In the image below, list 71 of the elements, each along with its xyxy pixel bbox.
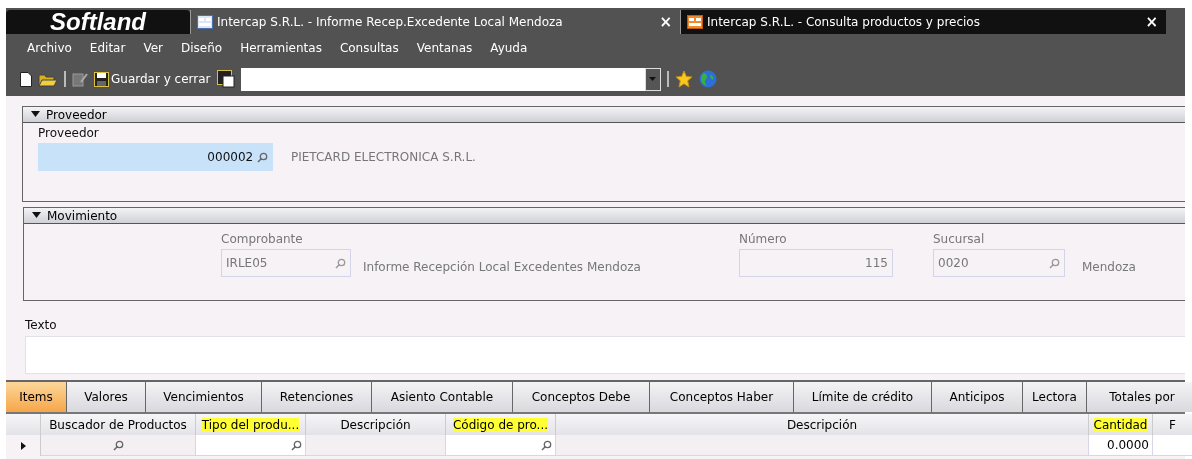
column-header[interactable]: Descripción — [556, 414, 1089, 435]
group-title: Movimiento — [47, 208, 118, 223]
table-cell[interactable] — [306, 435, 446, 456]
column-header[interactable]: F — [1153, 414, 1192, 435]
search-icon[interactable] — [291, 439, 302, 451]
detail-tab[interactable]: Totales por — [1087, 382, 1192, 412]
menu-item[interactable]: Editar — [80, 41, 135, 55]
menu-item[interactable]: Archivo — [18, 41, 81, 55]
group-title: Proveedor — [46, 107, 107, 122]
detail-tab[interactable]: Conceptos Haber — [650, 382, 794, 412]
field-label: Comprobante — [221, 232, 304, 246]
menu-item[interactable]: Ventanas — [407, 41, 482, 55]
search-icon[interactable] — [112, 439, 124, 451]
form-icon — [687, 15, 703, 29]
window-tab[interactable]: Intercap S.R.L. - Consulta productos y precios × — [680, 10, 1166, 34]
close-button[interactable]: × — [1145, 13, 1158, 31]
new-document-icon[interactable] — [20, 71, 32, 87]
field-label: Número — [739, 232, 788, 246]
column-header[interactable]: Buscador de Productos — [41, 414, 196, 435]
detail-tab[interactable]: Conceptos Debe — [513, 382, 650, 412]
tab-title: Intercap S.R.L. - Consulta productos y precios — [707, 15, 981, 29]
voucher-description: Informe Recepción Local Excedentes Mendoza — [363, 260, 642, 274]
detail-tab[interactable]: Asiento Contable — [372, 382, 513, 412]
supplier-code-field[interactable]: 000002 — [38, 143, 273, 171]
menu-item[interactable]: Herramientas — [231, 41, 331, 55]
tab-title: Intercap S.R.L. - Informe Recep.Excedente Local Mendoza — [217, 15, 564, 29]
detail-tab[interactable]: Lectora — [1023, 382, 1087, 412]
detail-tab[interactable]: Límite de crédito — [794, 382, 932, 412]
supplier-name: PIETCARD ELECTRONICA S.R.L. — [291, 150, 476, 164]
branch-description: Mendoza — [1082, 260, 1136, 274]
softland-logo: Softland — [6, 10, 190, 34]
current-row-icon — [20, 441, 26, 450]
detail-tab[interactable]: Retenciones — [262, 382, 372, 412]
column-header[interactable]: Cantidad — [1089, 414, 1153, 435]
detail-tab[interactable]: Items — [6, 382, 67, 412]
menu-item[interactable]: Ver — [134, 41, 172, 55]
table-cell[interactable] — [196, 435, 306, 456]
toolbar-combo-box[interactable] — [240, 67, 661, 91]
field-label: Sucursal — [933, 232, 986, 246]
text-field[interactable] — [25, 336, 1185, 374]
menu-item[interactable]: Ayuda — [481, 41, 537, 55]
field-label: Texto — [25, 318, 58, 332]
globe-icon[interactable] — [698, 70, 717, 88]
save-copy-icon[interactable] — [216, 70, 235, 88]
table-cell[interactable] — [446, 435, 556, 456]
field-label: Proveedor — [38, 126, 100, 140]
detail-tab[interactable]: Vencimientos — [146, 382, 262, 412]
column-header[interactable]: Código de pro... — [446, 414, 556, 435]
menu-item[interactable]: Consultas — [330, 41, 408, 55]
form-icon — [197, 15, 213, 29]
edit-icon[interactable] — [72, 71, 88, 87]
detail-tab[interactable]: Anticipos — [932, 382, 1023, 412]
separator-icon — [666, 71, 669, 87]
collapse-icon[interactable] — [31, 111, 40, 118]
search-icon[interactable] — [541, 439, 552, 451]
table-cell[interactable] — [1153, 435, 1192, 456]
search-icon[interactable] — [257, 151, 268, 163]
table-cell[interactable]: 0.0000 — [1089, 435, 1153, 456]
detail-tab[interactable]: Valores — [67, 382, 146, 412]
group-header[interactable]: Proveedor — [23, 107, 1185, 123]
header-corner — [6, 414, 41, 435]
close-button[interactable]: × — [659, 13, 672, 31]
menu-item[interactable]: Diseño — [172, 41, 232, 55]
column-header[interactable]: Descripción — [306, 414, 446, 435]
table-cell[interactable] — [556, 435, 1089, 456]
folder-icon[interactable] — [38, 71, 58, 87]
table-cell[interactable] — [41, 435, 196, 456]
star-icon[interactable] — [674, 70, 693, 88]
dropdown-icon[interactable] — [649, 77, 657, 81]
save-and-close-button[interactable]: Guardar y cerrar — [94, 71, 211, 87]
separator-icon — [64, 71, 66, 87]
